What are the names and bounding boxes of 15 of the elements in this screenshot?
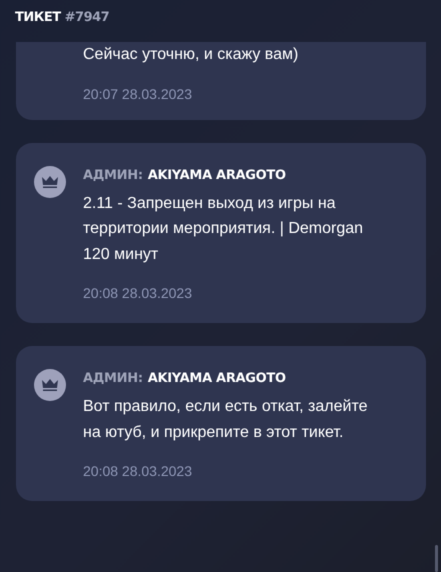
message-time: 20:08 28.03.2023 xyxy=(83,463,193,479)
avatar-icon xyxy=(34,166,66,198)
author-role: АДМИН: xyxy=(83,371,143,386)
ticket-number: #7947 xyxy=(64,10,110,24)
ticket-title: ТИКЕТ xyxy=(15,10,61,24)
scrollbar-thumb[interactable] xyxy=(435,545,438,572)
author-role: АДМИН: xyxy=(83,168,143,182)
message-text: 2.11 - Запрещен выход из игры на территории мероприятия. | Demorgan 120 минут xyxy=(83,194,364,264)
author-name: AKIYAMA ARAGOTO xyxy=(148,168,286,182)
message-time: 20:08 28.03.2023 xyxy=(83,285,193,301)
message-text: Сейчас уточню, и скажу вам) xyxy=(83,45,300,65)
author-name: AKIYAMA ARAGOTO xyxy=(148,371,286,386)
message-time: 20:07 28.03.2023 xyxy=(83,86,193,102)
message-text: Вот правило, если есть откат, залейте на ютуб, и прикрепите в этот тикет. xyxy=(83,397,368,442)
avatar-icon xyxy=(34,369,66,401)
